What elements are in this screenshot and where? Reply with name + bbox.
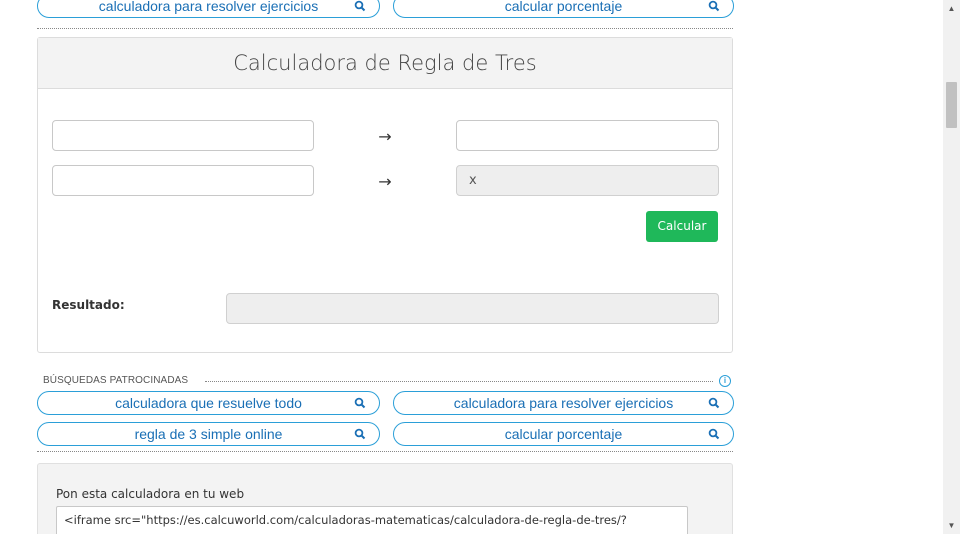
embed-title: Pon esta calculadora en tu web	[56, 487, 245, 501]
scrollbar-thumb[interactable]	[946, 82, 957, 128]
info-icon[interactable]: i	[719, 375, 731, 387]
embed-code-textarea[interactable]: <iframe src="https://es.calcuworld.com/c…	[56, 506, 688, 534]
divider	[205, 381, 713, 382]
pill-label: calculadora para resolver ejercicios	[453, 395, 674, 411]
search-icon	[708, 428, 720, 440]
search-icon	[354, 428, 366, 440]
arrow-right-icon: →	[378, 127, 392, 146]
sponsored-pill-porcentaje[interactable]: calcular porcentaje	[393, 422, 734, 446]
page: calculadora para resolver ejercicios cal…	[0, 0, 943, 534]
scroll-up-arrow-icon[interactable]: ▲	[943, 0, 960, 17]
sponsored-pill-resuelve-todo[interactable]: calculadora que resuelve todo	[37, 391, 380, 415]
sponsored-heading: BÚSQUEDAS PATROCINADAS	[43, 375, 189, 386]
pill-label: calculadora que resuelve todo	[115, 395, 302, 411]
divider	[37, 451, 733, 452]
search-icon	[354, 397, 366, 409]
divider	[37, 28, 733, 29]
sponsored-pill-regla-de-3[interactable]: regla de 3 simple online	[37, 422, 380, 446]
sponsored-pill-porcentaje-top[interactable]: calcular porcentaje	[393, 0, 734, 18]
value-a-input[interactable]	[52, 120, 314, 151]
scroll-down-arrow-icon[interactable]: ▼	[943, 517, 960, 534]
sponsored-pill-resolver-ejercicios[interactable]: calculadora para resolver ejercicios	[393, 391, 734, 415]
search-icon	[354, 0, 366, 12]
value-b-input[interactable]	[456, 120, 719, 151]
unknown-x-field: x	[456, 165, 719, 196]
pill-label: calcular porcentaje	[504, 426, 623, 442]
calcular-button[interactable]: Calcular	[646, 211, 718, 242]
result-field	[226, 293, 719, 324]
sponsored-pill-resolver-ejercicios-top[interactable]: calculadora para resolver ejercicios	[37, 0, 380, 18]
calculator-title: Calculadora de Regla de Tres	[38, 38, 732, 89]
pill-label: calcular porcentaje	[504, 0, 623, 14]
arrow-right-icon: →	[378, 172, 392, 191]
search-icon	[708, 397, 720, 409]
pill-label: calculadora para resolver ejercicios	[98, 0, 319, 14]
search-icon	[708, 0, 720, 12]
pill-label: regla de 3 simple online	[134, 426, 283, 442]
result-label: Resultado:	[52, 298, 125, 312]
value-c-input[interactable]	[52, 165, 314, 196]
scrollbar[interactable]: ▲ ▼	[943, 0, 960, 534]
